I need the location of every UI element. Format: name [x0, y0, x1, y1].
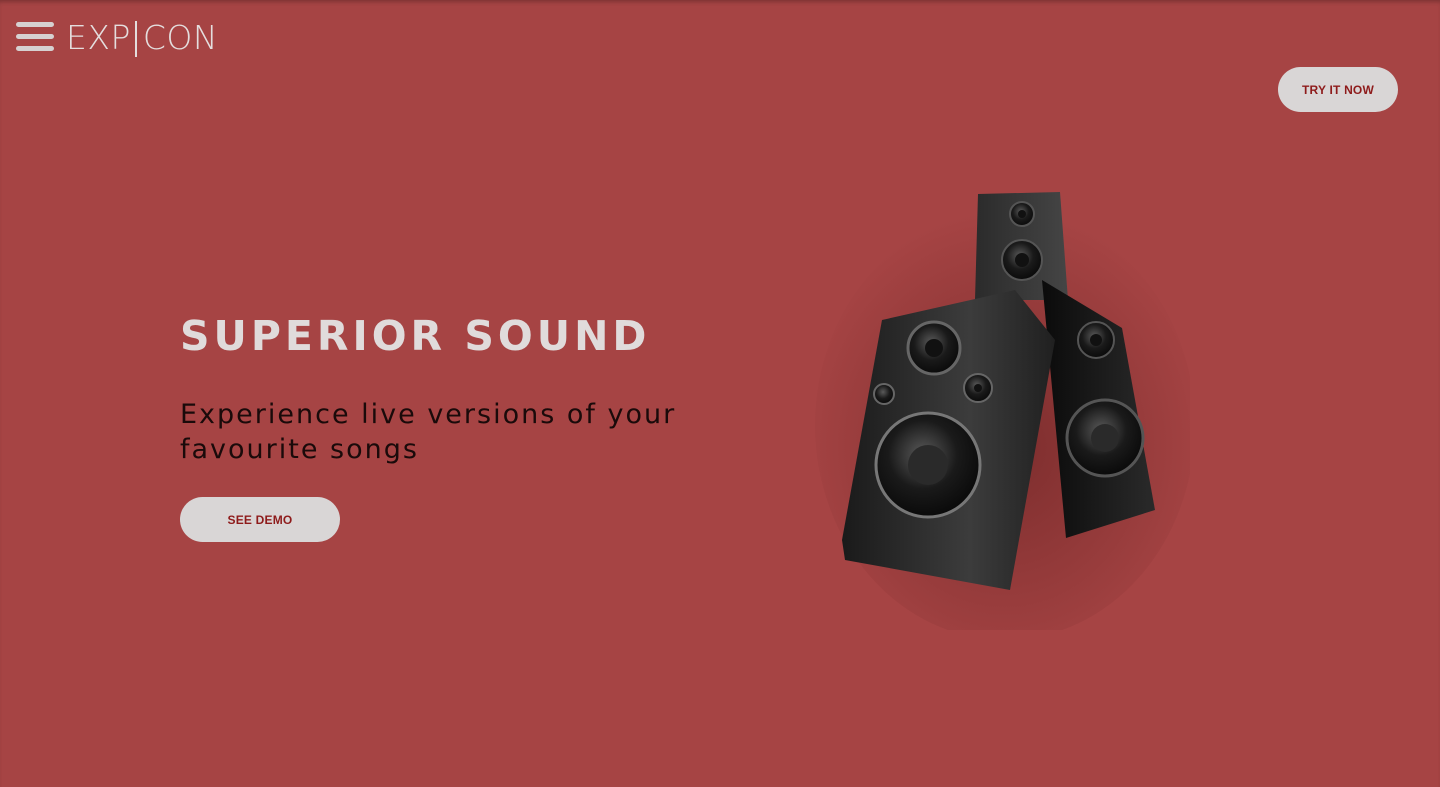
try-it-now-button[interactable]: TRY IT NOW — [1278, 67, 1398, 112]
menu-bar-middle — [16, 34, 54, 39]
hero-subtitle: Experience live versions of your favouri… — [180, 399, 677, 465]
see-demo-button[interactable]: SEE DEMO — [180, 497, 340, 542]
logo-text-left: EXP — [66, 18, 131, 57]
hero-title: SUPERIOR SOUND — [180, 312, 651, 360]
speakers-image — [815, 192, 1190, 630]
menu-bar-bottom — [16, 46, 54, 51]
logo-divider — [134, 21, 137, 57]
landing-page: EXP CON TRY IT NOW SUPERIOR SOUND Experi… — [0, 0, 1440, 787]
menu-bar-top — [16, 22, 54, 27]
logo-text-right: CON — [142, 18, 219, 57]
hamburger-menu-icon[interactable] — [16, 22, 54, 52]
brand-logo[interactable]: EXP CON — [66, 18, 218, 58]
